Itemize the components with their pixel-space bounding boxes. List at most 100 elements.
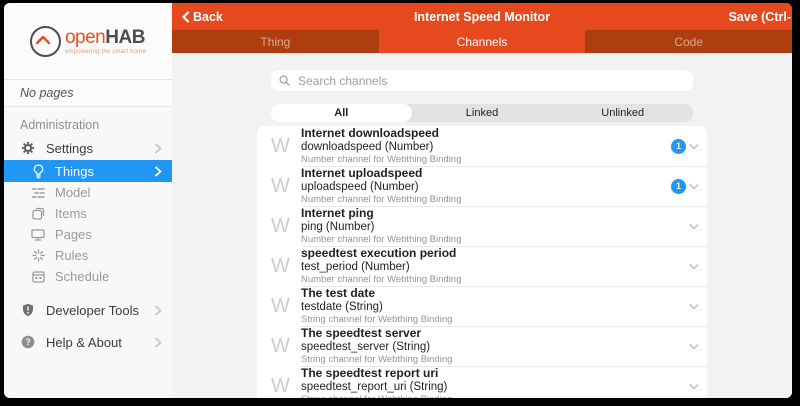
chevron-right-icon [154, 143, 162, 154]
sidebar-item-label: Settings [46, 141, 154, 156]
channel-row[interactable]: W speedtest execution period test_period… [257, 246, 707, 286]
channel-row[interactable]: W The speedtest report uri speedtest_rep… [257, 366, 707, 398]
channel-row[interactable]: W The test date testdate (String) String… [257, 286, 707, 326]
brand-tagline: empowering the smart home [65, 49, 146, 55]
binding-initial-icon: W [271, 135, 301, 158]
sidebar-item-label: Schedule [55, 269, 162, 284]
linked-count-badge: 1 [671, 179, 686, 194]
filter-segmented-control: All Linked Unlinked [271, 104, 693, 122]
sidebar-item-pages[interactable]: Pages [4, 224, 172, 245]
channel-id: speedtest_report_uri (String) [301, 381, 689, 394]
channel-id: downloadspeed (Number) [301, 141, 671, 154]
back-label: Back [193, 10, 223, 24]
channel-id: test_period (Number) [301, 261, 689, 274]
channel-title: Internet downloadspeed [301, 127, 671, 141]
binding-initial-icon: W [271, 175, 301, 198]
brand-open: open [65, 27, 105, 48]
sidebar-item-help-about[interactable]: ? Help & About [4, 330, 172, 354]
channel-description: Number channel for Webthing Binding [301, 195, 671, 206]
channel-id: testdate (String) [301, 301, 689, 314]
sidebar-item-label: Help & About [46, 335, 154, 350]
search-icon [279, 75, 290, 86]
sidebar-item-developer-tools[interactable]: Developer Tools [4, 298, 172, 322]
sidebar-menu: Settings Things [4, 136, 172, 354]
sidebar-item-model[interactable]: Model [4, 182, 172, 203]
filter-all[interactable]: All [271, 104, 412, 122]
sidebar-item-schedule[interactable]: Schedule [4, 266, 172, 287]
calendar-icon [30, 269, 46, 285]
search-input[interactable] [296, 73, 685, 89]
channel-title: The test date [301, 287, 689, 301]
channel-row[interactable]: W Internet downloadspeed downloadspeed (… [257, 126, 707, 166]
binding-initial-icon: W [271, 215, 301, 238]
shield-icon [20, 302, 36, 318]
channel-description: String channel for Webthing Binding [301, 355, 689, 366]
chevron-left-icon [182, 11, 190, 23]
monitor-icon [30, 227, 46, 243]
sidebar-item-label: Developer Tools [46, 303, 154, 318]
channel-row[interactable]: W The speedtest server speedtest_server … [257, 326, 707, 366]
sidebar: openHAB empowering the smart home No pag… [4, 3, 172, 398]
chevron-down-icon[interactable] [689, 263, 699, 270]
tab-channels[interactable]: Channels [379, 30, 586, 53]
model-tree-icon [30, 185, 46, 201]
search-bar[interactable] [271, 70, 693, 91]
save-button[interactable]: Save (Ctrl- [728, 3, 791, 30]
chevron-down-icon[interactable] [689, 223, 699, 230]
chevron-down-icon[interactable] [689, 303, 699, 310]
channel-description: Number channel for Webthing Binding [301, 235, 689, 246]
channel-title: The speedtest server [301, 327, 689, 341]
sidebar-item-label: Things [55, 164, 154, 179]
sidebar-item-label: Pages [55, 227, 162, 242]
channel-list: W Internet downloadspeed downloadspeed (… [257, 126, 707, 398]
sidebar-item-items[interactable]: Items [4, 203, 172, 224]
binding-initial-icon: W [271, 295, 301, 318]
channel-title: Internet ping [301, 207, 689, 221]
channel-description: Number channel for Webthing Binding [301, 275, 689, 286]
binding-initial-icon: W [271, 335, 301, 358]
app-window: openHAB empowering the smart home No pag… [4, 3, 792, 398]
channel-row[interactable]: W Internet uploadspeed uploadspeed (Numb… [257, 166, 707, 206]
sidebar-item-rules[interactable]: Rules [4, 245, 172, 266]
linked-count-badge: 1 [671, 139, 686, 154]
tab-thing[interactable]: Thing [172, 30, 379, 53]
channel-title: speedtest execution period [301, 247, 689, 261]
channel-title: The speedtest report uri [301, 367, 689, 381]
chevron-right-icon [154, 337, 162, 348]
binding-initial-icon: W [271, 255, 301, 278]
sidebar-item-label: Model [55, 185, 162, 200]
sidebar-item-settings[interactable]: Settings [4, 136, 172, 160]
chevron-down-icon[interactable] [689, 343, 699, 350]
binding-initial-icon: W [271, 375, 301, 398]
chevron-right-icon [154, 305, 162, 316]
lightbulb-icon [30, 163, 46, 179]
channel-description: Number channel for Webthing Binding [301, 155, 671, 166]
logo-block: openHAB empowering the smart home [4, 3, 172, 79]
filter-unlinked[interactable]: Unlinked [552, 104, 693, 122]
page-title: Internet Speed Monitor [172, 10, 792, 24]
channel-row[interactable]: W Internet ping ping (Number) Number cha… [257, 206, 707, 246]
main-panel: Back Internet Speed Monitor Save (Ctrl- … [172, 3, 792, 398]
openhab-logo-icon [30, 26, 61, 57]
tab-bar: Thing Channels Code [172, 30, 792, 53]
filter-linked[interactable]: Linked [412, 104, 553, 122]
no-pages-label: No pages [4, 79, 172, 107]
sidebar-item-label: Items [55, 206, 162, 221]
channel-id: speedtest_server (String) [301, 341, 689, 354]
chevron-right-icon [154, 166, 162, 177]
openhab-logo: openHAB empowering the smart home [30, 26, 146, 57]
content-area: All Linked Unlinked W Internet downloads… [172, 53, 792, 398]
sparkle-icon [30, 248, 46, 264]
chevron-down-icon[interactable] [689, 383, 699, 390]
back-button[interactable]: Back [172, 10, 223, 24]
navbar: Back Internet Speed Monitor Save (Ctrl- [172, 3, 792, 30]
channel-description: String channel for Webthing Binding [301, 395, 689, 398]
sidebar-item-things[interactable]: Things [4, 160, 172, 182]
sidebar-item-label: Rules [55, 248, 162, 263]
chevron-down-icon[interactable] [689, 143, 699, 150]
channel-id: ping (Number) [301, 221, 689, 234]
chevron-down-icon[interactable] [689, 183, 699, 190]
tab-code[interactable]: Code [585, 30, 792, 53]
copy-items-icon [30, 206, 46, 222]
help-question-icon: ? [20, 334, 36, 350]
